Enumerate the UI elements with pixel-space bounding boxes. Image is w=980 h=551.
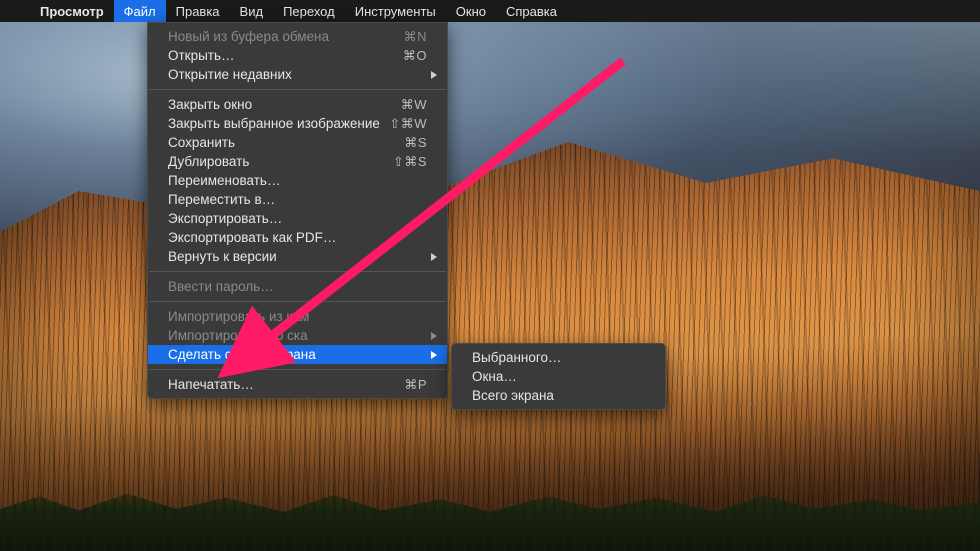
apple-menu-icon[interactable] — [0, 0, 30, 22]
menu-item[interactable]: Переместить в… — [148, 190, 447, 209]
menu-item[interactable]: Экспортировать… — [148, 209, 447, 228]
menu-item-label: Переименовать… — [168, 173, 427, 188]
chevron-right-icon — [431, 253, 437, 261]
menu-item-shortcut: ⌘W — [401, 97, 427, 113]
menu-item: Импортировать со ска — [148, 326, 447, 345]
menu-separator — [149, 369, 446, 370]
menu-Справка[interactable]: Справка — [496, 0, 567, 22]
menu-item: Новый из буфера обмена⌘N — [148, 27, 447, 46]
menu-item[interactable]: Переименовать… — [148, 171, 447, 190]
menu-item-label: Импортировать из кам — [168, 309, 427, 324]
menu-separator — [149, 301, 446, 302]
menu-Правка[interactable]: Правка — [166, 0, 230, 22]
menu-item-shortcut: ⌘P — [404, 377, 427, 393]
screenshot-submenu: Выбранного…Окна…Всего экрана — [451, 343, 666, 410]
menu-item-shortcut: ⌘O — [403, 48, 427, 64]
menu-item-label: Закрыть выбранное изображение — [168, 116, 389, 131]
menu-Окно[interactable]: Окно — [446, 0, 496, 22]
menu-item[interactable]: Экспортировать как PDF… — [148, 228, 447, 247]
menu-item-label: Открыть… — [168, 48, 403, 63]
menu-item-label: Ввести пароль… — [168, 279, 427, 294]
submenu-item[interactable]: Всего экрана — [452, 386, 665, 405]
menu-Инструменты[interactable]: Инструменты — [345, 0, 446, 22]
menu-item-label: Экспортировать… — [168, 211, 427, 226]
menu-separator — [149, 271, 446, 272]
menu-item-label: Вернуть к версии — [168, 249, 427, 264]
chevron-right-icon — [431, 351, 437, 359]
submenu-item[interactable]: Окна… — [452, 367, 665, 386]
menu-Переход[interactable]: Переход — [273, 0, 345, 22]
menu-item[interactable]: Сохранить⌘S — [148, 133, 447, 152]
menu-item-label: Импортировать со ска — [168, 328, 427, 343]
menu-bar: Просмотр ФайлПравкаВидПереходИнструменты… — [0, 0, 980, 22]
menu-item[interactable]: Закрыть окно⌘W — [148, 95, 447, 114]
menu-item-label: Сделать снимок экрана — [168, 347, 427, 362]
menu-item-label: Закрыть окно — [168, 97, 401, 112]
menu-item-label: Экспортировать как PDF… — [168, 230, 427, 245]
menu-item[interactable]: Закрыть выбранное изображение⇧⌘W — [148, 114, 447, 133]
menu-item[interactable]: Открыть…⌘O — [148, 46, 447, 65]
menu-item[interactable]: Сделать снимок экрана — [148, 345, 447, 364]
menu-item[interactable]: Вернуть к версии — [148, 247, 447, 266]
submenu-item[interactable]: Выбранного… — [452, 348, 665, 367]
menu-item[interactable]: Напечатать…⌘P — [148, 375, 447, 394]
menu-item[interactable]: Открытие недавних — [148, 65, 447, 84]
menu-item[interactable]: Дублировать⇧⌘S — [148, 152, 447, 171]
menu-Вид[interactable]: Вид — [230, 0, 274, 22]
file-menu-dropdown: Новый из буфера обмена⌘NОткрыть…⌘OОткрыт… — [147, 22, 448, 399]
menu-item-label: Напечатать… — [168, 377, 404, 392]
menu-item-label: Сохранить — [168, 135, 404, 150]
menu-item-shortcut: ⇧⌘W — [389, 116, 427, 132]
menu-item-label: Открытие недавних — [168, 67, 427, 82]
chevron-right-icon — [431, 71, 437, 79]
chevron-right-icon — [431, 332, 437, 340]
menu-item: Импортировать из кам — [148, 307, 447, 326]
menu-item-label: Дублировать — [168, 154, 393, 169]
menu-item-shortcut: ⇧⌘S — [393, 154, 427, 170]
menu-Файл[interactable]: Файл — [114, 0, 166, 22]
menu-item-label: Новый из буфера обмена — [168, 29, 404, 44]
menu-separator — [149, 89, 446, 90]
app-name[interactable]: Просмотр — [30, 0, 114, 22]
menu-item-shortcut: ⌘S — [404, 135, 427, 151]
menu-item-label: Переместить в… — [168, 192, 427, 207]
menu-item: Ввести пароль… — [148, 277, 447, 296]
menu-item-shortcut: ⌘N — [404, 29, 427, 45]
